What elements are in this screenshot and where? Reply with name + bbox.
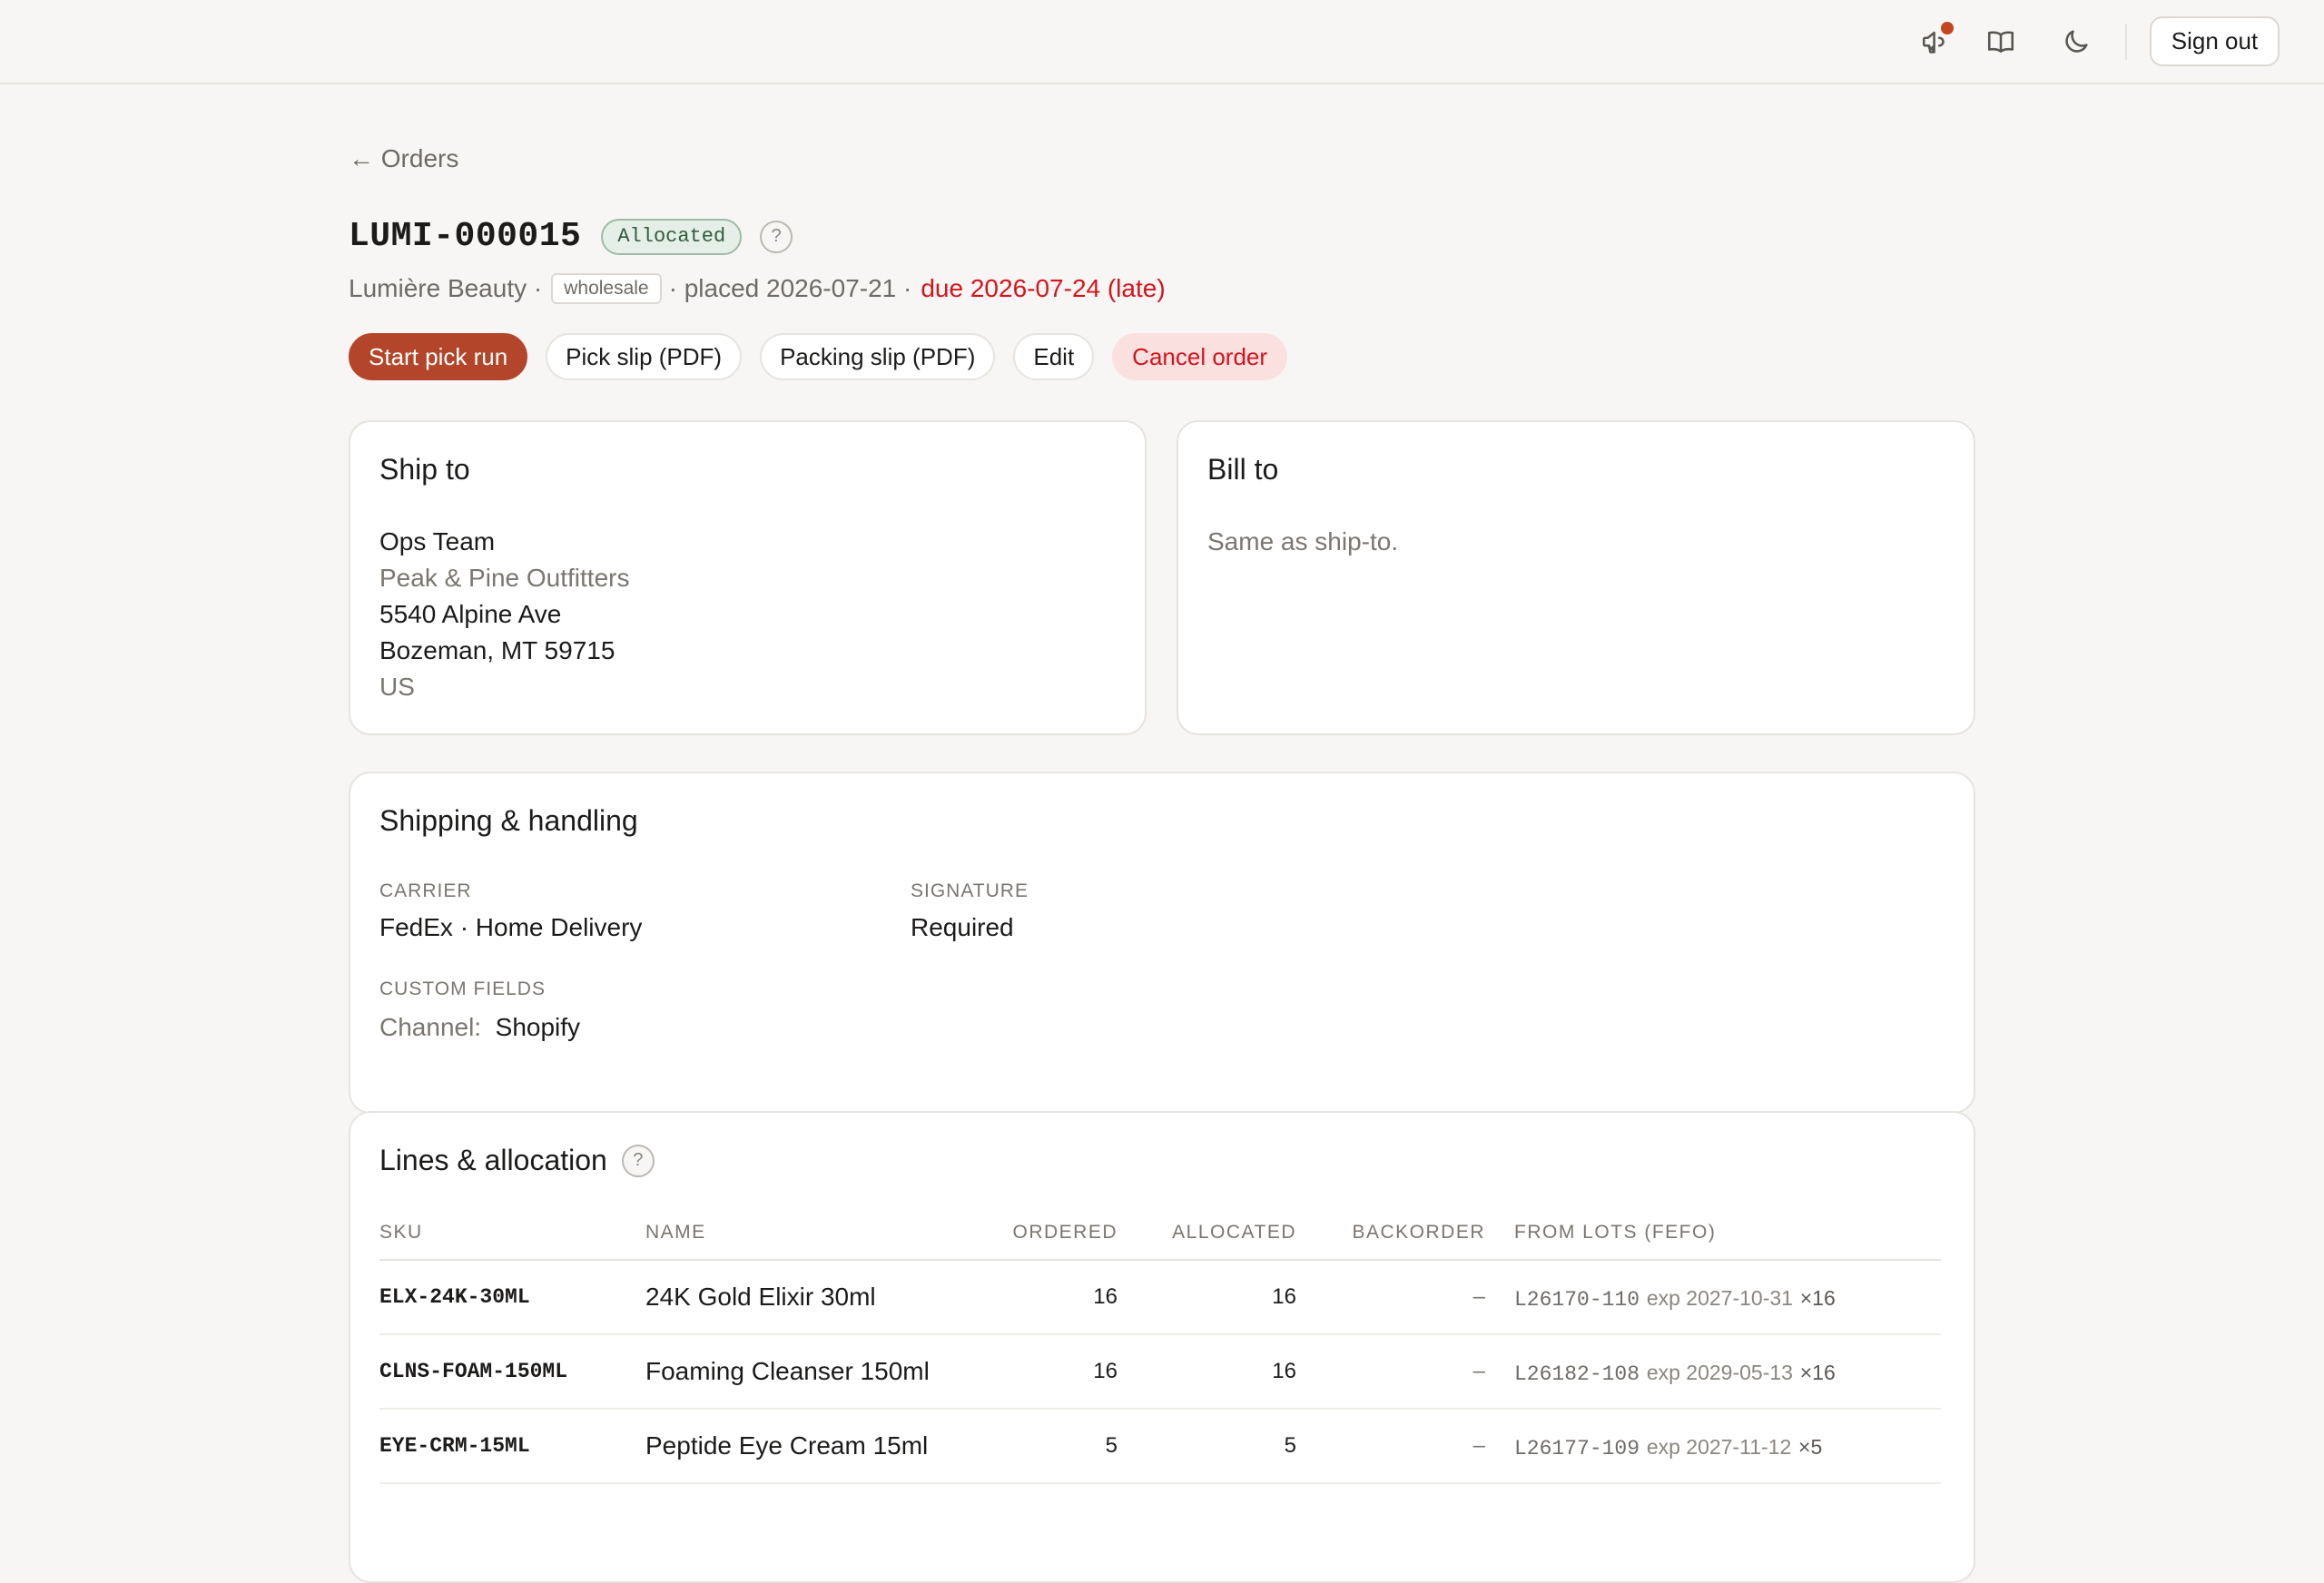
top-bar: Sign out — [0, 0, 2324, 84]
notification-dot — [1941, 22, 1954, 34]
table-row[interactable]: ELX-24K-30ML 24K Gold Elixir 30ml 16 16 … — [379, 1260, 1941, 1335]
ship-to-name: Ops Team — [379, 527, 496, 556]
theme-toggle-button[interactable] — [2054, 20, 2098, 64]
ship-to-card: Ship to Ops Team Peak & Pine Outfitters … — [349, 420, 1147, 735]
custom-fields-label: CUSTOM FIELDS — [379, 978, 546, 999]
bill-to-title: Bill to — [1207, 453, 1279, 486]
moon-icon — [2065, 30, 2088, 53]
lot-quantity: ×5 — [1798, 1435, 1823, 1459]
lots-cell: L26177-109 exp 2027-11-12 ×5 — [1485, 1409, 1941, 1484]
lines-title: Lines & allocation — [379, 1144, 607, 1176]
carrier-label: CARRIER — [379, 880, 472, 901]
name-cell: Peptide Eye Cream 15ml — [645, 1409, 995, 1484]
status-help-icon[interactable]: ? — [760, 220, 793, 253]
backorder-cell: – — [1296, 1260, 1485, 1335]
start-pick-run-button[interactable]: Start pick run — [349, 333, 528, 380]
lot-code: L26177-109 — [1514, 1437, 1640, 1460]
book-icon — [1987, 31, 2014, 53]
name-cell: Foaming Cleanser 150ml — [645, 1334, 995, 1410]
ship-to-country: US — [379, 673, 415, 701]
announcements-button[interactable] — [1914, 20, 1957, 64]
lot-expiry: exp 2029-05-13 — [1646, 1361, 1793, 1384]
page-title: LUMI-000015 — [349, 217, 582, 256]
lines-help-icon[interactable]: ? — [621, 1144, 655, 1177]
cancel-order-button[interactable]: Cancel order — [1112, 333, 1288, 380]
lines-title-row: Lines & allocation ? — [379, 1144, 655, 1177]
channel-tag: wholesale — [551, 273, 662, 304]
customer-name: Lumière Beauty · — [349, 274, 543, 302]
backorder-cell: – — [1296, 1409, 1485, 1484]
lot-quantity: ×16 — [1799, 1286, 1836, 1310]
custom-field-channel: Channel: Shopify — [379, 1013, 580, 1042]
ship-to-street: 5540 Alpine Ave — [379, 600, 562, 628]
order-actions: Start pick run Pick slip (PDF) Packing s… — [349, 333, 1305, 380]
lots-cell: L26170-110 exp 2027-10-31 ×16 — [1485, 1260, 1941, 1335]
back-to-orders-link[interactable]: ← Orders — [349, 144, 458, 173]
lot-expiry: exp 2027-11-12 — [1646, 1435, 1792, 1459]
pick-slip-button[interactable]: Pick slip (PDF) — [546, 333, 743, 380]
lot-code: L26170-110 — [1514, 1288, 1640, 1312]
signature-value: Required — [911, 913, 1014, 941]
lines-card: Lines & allocation ? SKU NAME ORDERED AL… — [349, 1111, 1975, 1583]
packing-slip-button[interactable]: Packing slip (PDF) — [760, 333, 996, 380]
lot-quantity: ×16 — [1799, 1361, 1836, 1384]
ship-to-city: Bozeman, MT 59715 — [379, 636, 615, 664]
sign-out-button[interactable]: Sign out — [2150, 16, 2280, 66]
lines-table: SKU NAME ORDERED ALLOCATED BACKORDER FRO… — [379, 1214, 1941, 1484]
bill-to-note: Same as ship-to. — [1207, 527, 1399, 556]
col-from-lots: FROM LOTS (FEFO) — [1485, 1214, 1941, 1261]
sku-cell: ELX-24K-30ML — [379, 1260, 645, 1335]
placed-date: · placed 2026-07-21 · — [668, 274, 912, 302]
lots-cell: L26182-108 exp 2029-05-13 ×16 — [1485, 1334, 1941, 1410]
lot-expiry: exp 2027-10-31 — [1646, 1286, 1793, 1310]
table-row[interactable]: EYE-CRM-15ML Peptide Eye Cream 15ml 5 5 … — [379, 1409, 1941, 1484]
allocated-cell: 16 — [1118, 1260, 1296, 1335]
docs-button[interactable] — [1979, 20, 2023, 64]
order-meta: Lumière Beauty · wholesale · placed 2026… — [349, 273, 1166, 304]
allocated-cell: 16 — [1118, 1334, 1296, 1410]
custom-field-value: Shopify — [495, 1013, 581, 1041]
shipping-title: Shipping & handling — [379, 804, 638, 837]
sku-cell: CLNS-FOAM-150ML — [379, 1334, 645, 1410]
due-date: due 2026-07-24 (late) — [921, 274, 1166, 302]
name-cell: 24K Gold Elixir 30ml — [645, 1260, 995, 1335]
topbar-divider — [2125, 24, 2127, 60]
ship-to-address: Ops Team Peak & Pine Outfitters 5540 Alp… — [379, 524, 629, 705]
ship-to-company: Peak & Pine Outfitters — [379, 564, 630, 592]
ordered-cell: 16 — [995, 1260, 1118, 1335]
col-sku: SKU — [379, 1214, 645, 1261]
lot-code: L26182-108 — [1514, 1362, 1640, 1386]
status-badge: Allocated — [601, 218, 743, 255]
col-backorder: BACKORDER — [1296, 1214, 1485, 1261]
backorder-cell: – — [1296, 1334, 1485, 1410]
signature-label: SIGNATURE — [911, 880, 1029, 901]
edit-button[interactable]: Edit — [1013, 333, 1095, 380]
col-ordered: ORDERED — [995, 1214, 1118, 1261]
ship-to-title: Ship to — [379, 453, 470, 486]
shipping-card: Shipping & handling CARRIER FedEx · Home… — [349, 772, 1975, 1114]
custom-field-key: Channel: — [379, 1013, 482, 1041]
col-name: NAME — [645, 1214, 995, 1261]
sku-cell: EYE-CRM-15ML — [379, 1409, 645, 1484]
carrier-value: FedEx · Home Delivery — [379, 913, 643, 941]
allocated-cell: 5 — [1118, 1409, 1296, 1484]
ordered-cell: 16 — [995, 1334, 1118, 1410]
ordered-cell: 5 — [995, 1409, 1118, 1484]
table-header-row: SKU NAME ORDERED ALLOCATED BACKORDER FRO… — [379, 1214, 1941, 1261]
bill-to-card: Bill to Same as ship-to. — [1177, 420, 1975, 735]
order-title-row: LUMI-000015 Allocated ? — [349, 217, 793, 256]
col-allocated: ALLOCATED — [1118, 1214, 1296, 1261]
table-row[interactable]: CLNS-FOAM-150ML Foaming Cleanser 150ml 1… — [379, 1334, 1941, 1410]
